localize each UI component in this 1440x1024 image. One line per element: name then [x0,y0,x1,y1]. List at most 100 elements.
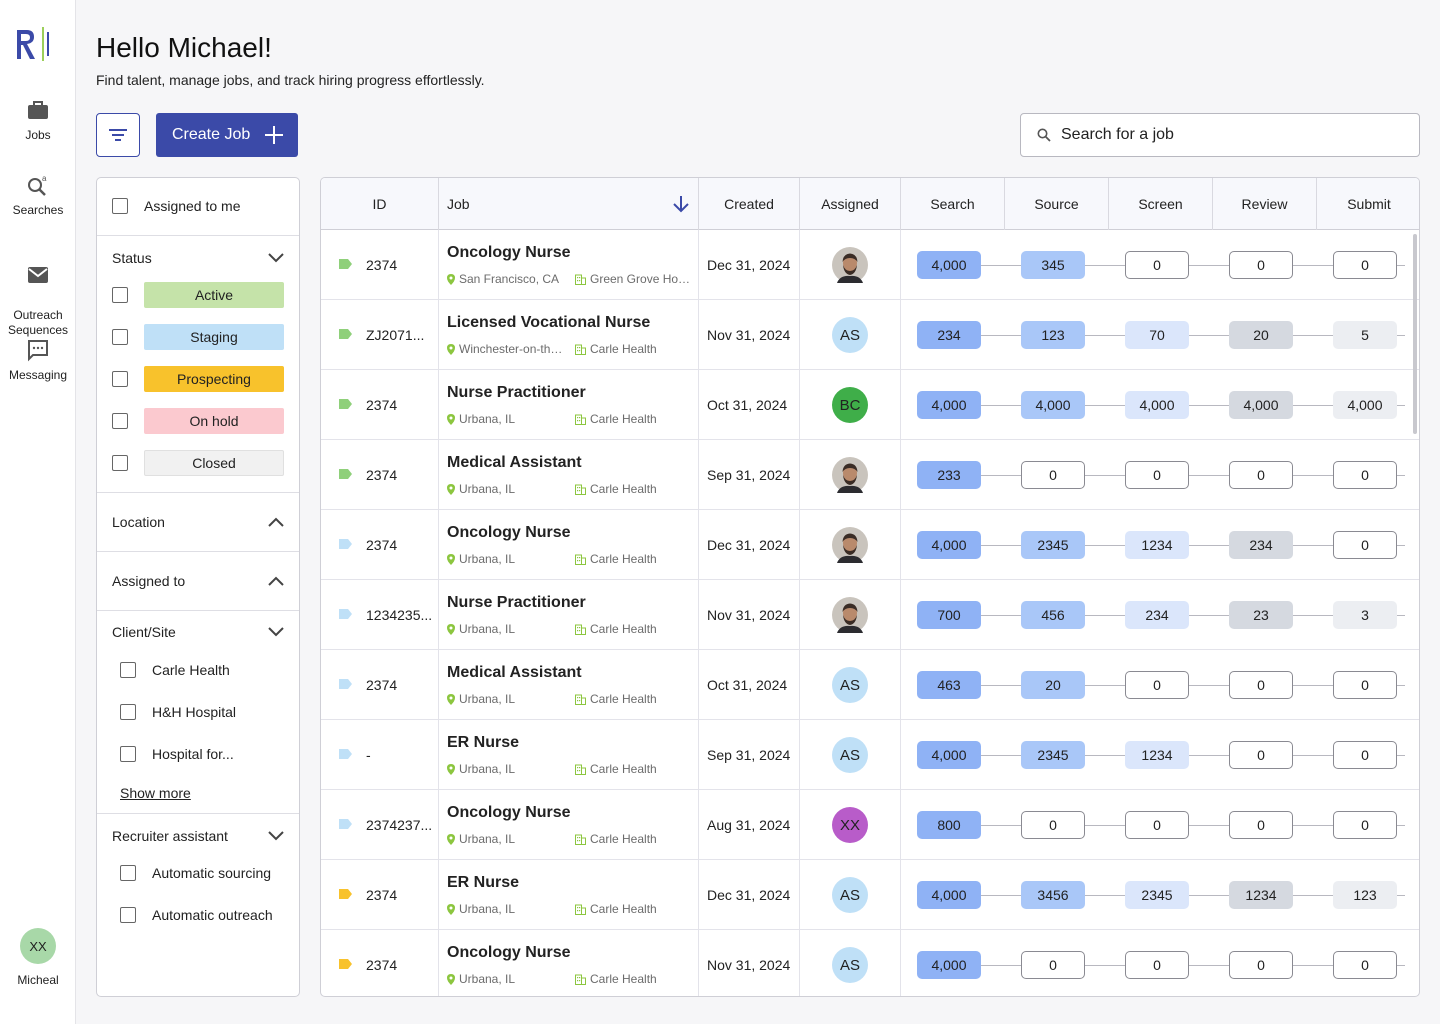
pipeline-count-screen[interactable]: 234 [1125,601,1189,629]
table-row[interactable]: 2374237... Oncology Nurse Urbana, IL Carle … [321,790,1419,860]
cell-job[interactable]: ER Nurse Urbana, IL Carle Health [439,860,699,930]
status-option-on-hold[interactable]: On hold [112,408,284,434]
pipeline-count-source[interactable]: 2345 [1021,531,1085,559]
table-scrollbar[interactable] [1413,234,1417,434]
pipeline-count-source[interactable]: 0 [1021,811,1085,839]
cell-job[interactable]: Medical Assistant Urbana, IL Carle Health [439,650,699,720]
table-row[interactable]: 2374 Oncology Nurse San Francisco, CA Green… [321,230,1419,300]
table-row[interactable]: 1234235... Nurse Practitioner Urbana, IL Ca… [321,580,1419,650]
pipeline-count-source[interactable]: 456 [1021,601,1085,629]
pipeline-count-submit[interactable]: 123 [1333,881,1397,909]
cell-job[interactable]: Licensed Vocational Nurse Winchester-on-t… [439,300,699,370]
table-row[interactable]: 2374 Oncology Nurse Urbana, IL Carle Health… [321,510,1419,580]
client-option[interactable]: H&H Hospital [120,704,236,720]
pipeline-count-screen[interactable]: 0 [1125,461,1189,489]
status-option-staging[interactable]: Staging [112,324,284,350]
pipeline-count-submit[interactable]: 0 [1333,251,1397,279]
search-input[interactable] [1061,126,1401,144]
pipeline-count-screen[interactable]: 70 [1125,321,1189,349]
table-row[interactable]: 2374 Nurse Practitioner Urbana, IL Carle He… [321,370,1419,440]
cell-job[interactable]: Oncology Nurse Urbana, IL Carle Health [439,930,699,996]
job-title[interactable]: ER Nurse [447,734,519,752]
pipeline-count-source[interactable]: 123 [1021,321,1085,349]
assigned-to-header[interactable]: Assigned to [97,571,299,591]
pipeline-count-review[interactable]: 0 [1229,671,1293,699]
checkbox[interactable] [112,371,128,387]
pipeline-count-review[interactable]: 0 [1229,461,1293,489]
create-job-button[interactable]: Create Job [156,113,298,157]
status-option-prospecting[interactable]: Prospecting [112,366,284,392]
pipeline-count-source[interactable]: 0 [1021,461,1085,489]
nav-item-jobs[interactable]: Jobs [0,98,76,142]
pipeline-count-submit[interactable]: 4,000 [1333,391,1397,419]
nav-item-outreach[interactable]: Outreach Sequences [0,248,76,338]
job-title[interactable]: Medical Assistant [447,664,582,682]
assignee-avatar[interactable] [832,247,868,283]
location-header[interactable]: Location [97,512,299,532]
pipeline-count-submit[interactable]: 0 [1333,531,1397,559]
table-row[interactable]: 2374 Medical Assistant Urbana, IL Carle Hea… [321,440,1419,510]
column-header-job[interactable]: Job [439,178,699,230]
column-header-created[interactable]: Created [699,178,800,230]
show-more-link[interactable]: Show more [120,785,191,801]
job-search[interactable] [1020,113,1420,157]
assignee-avatar[interactable]: AS [832,317,868,353]
pipeline-count-review[interactable]: 234 [1229,531,1293,559]
assignee-avatar[interactable] [832,457,868,493]
cell-job[interactable]: ER Nurse Urbana, IL Carle Health [439,720,699,790]
client-option[interactable]: Hospital for... [120,746,234,762]
cell-job[interactable]: Medical Assistant Urbana, IL Carle Health [439,440,699,510]
cell-job[interactable]: Oncology Nurse Urbana, IL Carle Health [439,790,699,860]
pipeline-count-screen[interactable]: 0 [1125,951,1189,979]
pipeline-count-submit[interactable]: 0 [1333,811,1397,839]
pipeline-count-screen[interactable]: 0 [1125,251,1189,279]
pipeline-count-review[interactable]: 1234 [1229,881,1293,909]
pipeline-count-source[interactable]: 20 [1021,671,1085,699]
column-header-submit[interactable]: Submit [1317,178,1419,230]
job-title[interactable]: Nurse Practitioner [447,384,586,402]
column-header-source[interactable]: Source [1005,178,1109,230]
pipeline-count-search[interactable]: 4,000 [917,951,981,979]
checkbox[interactable] [112,287,128,303]
assigned-to-me-filter[interactable]: Assigned to me [112,198,241,214]
pipeline-count-review[interactable]: 4,000 [1229,391,1293,419]
job-title[interactable]: Oncology Nurse [447,524,571,542]
sort-descending-icon[interactable] [672,194,690,214]
checkbox[interactable] [120,865,136,881]
table-row[interactable]: 2374 Oncology Nurse Urbana, IL Carle Health… [321,930,1419,996]
pipeline-count-search[interactable]: 4,000 [917,531,981,559]
pipeline-count-source[interactable]: 3456 [1021,881,1085,909]
pipeline-count-review[interactable]: 0 [1229,741,1293,769]
assignee-avatar[interactable]: BC [832,387,868,423]
pipeline-count-screen[interactable]: 2345 [1125,881,1189,909]
pipeline-count-submit[interactable]: 0 [1333,741,1397,769]
filter-toggle-button[interactable] [96,113,140,157]
pipeline-count-search[interactable]: 234 [917,321,981,349]
job-title[interactable]: Oncology Nurse [447,944,571,962]
pipeline-count-search[interactable]: 4,000 [917,251,981,279]
pipeline-count-screen[interactable]: 0 [1125,811,1189,839]
pipeline-count-search[interactable]: 4,000 [917,881,981,909]
pipeline-count-submit[interactable]: 3 [1333,601,1397,629]
pipeline-count-review[interactable]: 0 [1229,251,1293,279]
column-header-assigned[interactable]: Assigned [800,178,901,230]
job-title[interactable]: Nurse Practitioner [447,594,586,612]
pipeline-count-search[interactable]: 233 [917,461,981,489]
app-logo[interactable] [14,22,60,66]
pipeline-count-source[interactable]: 345 [1021,251,1085,279]
cell-job[interactable]: Oncology Nurse San Francisco, CA Green Gro… [439,230,699,300]
pipeline-count-search[interactable]: 4,000 [917,391,981,419]
pipeline-count-source[interactable]: 0 [1021,951,1085,979]
job-title[interactable]: ER Nurse [447,874,519,892]
checkbox[interactable] [112,413,128,429]
pipeline-count-search[interactable]: 800 [917,811,981,839]
cell-job[interactable]: Nurse Practitioner Urbana, IL Carle Health [439,370,699,440]
assignee-avatar[interactable]: AS [832,947,868,983]
column-header-review[interactable]: Review [1213,178,1317,230]
pipeline-count-review[interactable]: 23 [1229,601,1293,629]
table-row[interactable]: 2374 Medical Assistant Urbana, IL Carle Hea… [321,650,1419,720]
job-title[interactable]: Oncology Nurse [447,244,571,262]
assignee-avatar[interactable]: XX [832,807,868,843]
checkbox[interactable] [112,329,128,345]
job-title[interactable]: Medical Assistant [447,454,582,472]
